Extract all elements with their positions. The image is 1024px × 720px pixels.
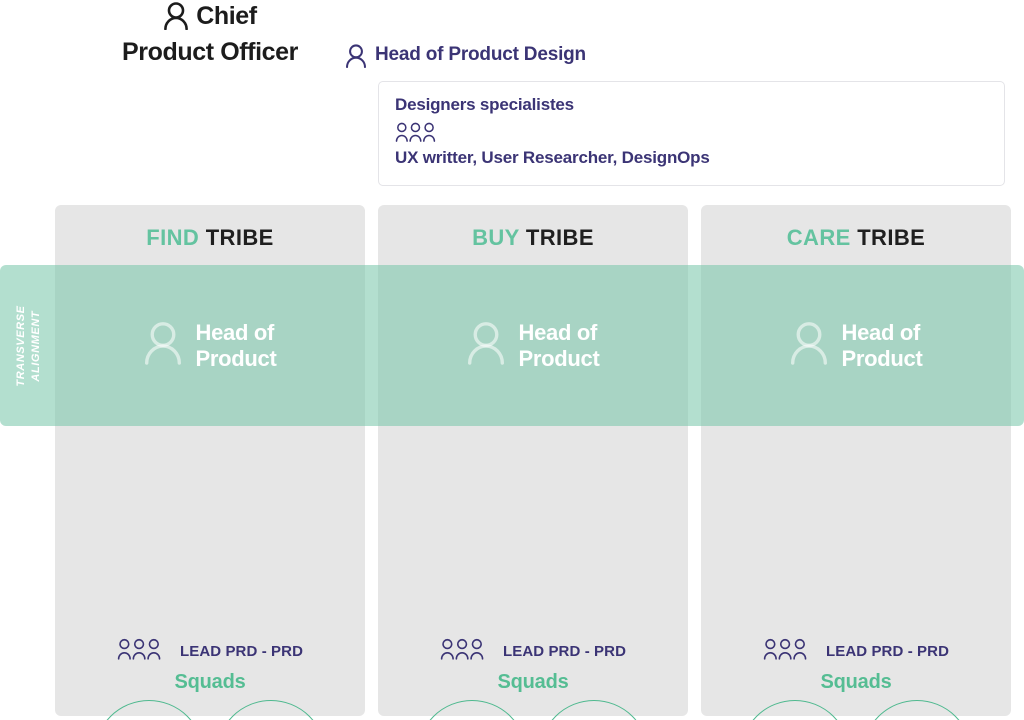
tribe-header: CARE TRIBE (701, 225, 1011, 251)
squads-title: Squads (820, 671, 892, 693)
three-people-icon (117, 638, 171, 665)
hop-line1: Head of (195, 319, 275, 345)
squad-grid: Après-vente Chat Boîte à outils vendeur (701, 700, 1011, 720)
lead-prd-row: LEAD PRD - PRD (55, 638, 365, 665)
transverse-label-line2: ALIGNMENT (29, 310, 42, 381)
hop-line2: Product (195, 345, 277, 371)
transverse-label-line1: TRANSVERSE (15, 304, 27, 387)
squad-circle[interactable]: Validation (539, 700, 649, 720)
tribe-suffix: TRIBE (857, 225, 926, 250)
head-of-product-label: Head of Product (518, 320, 599, 371)
person-icon (466, 321, 506, 370)
lead-prd-row: LEAD PRD - PRD (701, 638, 1011, 665)
tribe-header: FIND TRIBE (55, 225, 365, 251)
tribe-keyword: FIND (146, 225, 200, 250)
three-people-icon (395, 122, 988, 147)
tribe-header: BUY TRIBE (378, 225, 688, 251)
head-of-product-design: Head of Product Design (345, 44, 586, 74)
squad-circle[interactable]: Chat (862, 700, 972, 720)
lead-prd-label: LEAD PRD - PRD (825, 643, 950, 660)
cpo-line2: Product Officer (122, 37, 298, 66)
transverse-alignment-label: TRANSVERSE ALIGNMENT (14, 305, 44, 386)
designers-specialists-card: Designers specialistes UX writter, User … (378, 81, 1005, 186)
squad-grid: Catalogue Navigation Ranking Recommandat… (55, 700, 365, 720)
lead-prd-label: LEAD PRD - PRD (502, 643, 627, 660)
lead-prd-label: LEAD PRD - PRD (179, 643, 304, 660)
squad-circle[interactable]: Navigation (216, 700, 326, 720)
tribe-keyword: BUY (472, 225, 520, 250)
hop-line2: Product (518, 345, 600, 371)
head-of-product-buy: Head of Product (378, 265, 688, 426)
org-chart-diagram: Chief Product Officer Head of Product De… (0, 0, 1024, 720)
three-people-icon (763, 638, 817, 665)
head-of-product-care: Head of Product (701, 265, 1011, 426)
cpo-line1: Chief (196, 2, 257, 30)
squads-title: Squads (497, 671, 569, 693)
squads-title: Squads (174, 671, 246, 693)
chief-product-officer: Chief Product Officer (90, 2, 330, 67)
tribe-keyword: CARE (786, 225, 851, 250)
head-of-product-design-label: Head of Product Design (375, 44, 586, 65)
person-icon (143, 321, 183, 370)
head-of-product-label: Head of Product (841, 320, 922, 371)
three-people-icon (440, 638, 494, 665)
squad-circle[interactable]: Panier (417, 700, 527, 720)
squad-grid: Panier Validation Paiement (378, 700, 688, 720)
person-icon (163, 2, 189, 38)
designers-card-title: Designers specialistes (395, 95, 574, 114)
lead-prd-row: LEAD PRD - PRD (378, 638, 688, 665)
tribe-suffix: TRIBE (205, 225, 274, 250)
head-of-product-label: Head of Product (195, 320, 276, 371)
hop-line1: Head of (841, 319, 921, 345)
person-icon (345, 44, 367, 74)
person-icon (789, 321, 829, 370)
squad-circle[interactable]: Après-vente (740, 700, 850, 720)
head-of-product-find: Head of Product (55, 265, 365, 426)
squad-circle[interactable]: Catalogue (94, 700, 204, 720)
tribe-suffix: TRIBE (525, 225, 594, 250)
hop-line2: Product (841, 345, 923, 371)
designers-card-names: UX writter, User Researcher, DesignOps (395, 148, 710, 167)
hop-line1: Head of (518, 319, 598, 345)
